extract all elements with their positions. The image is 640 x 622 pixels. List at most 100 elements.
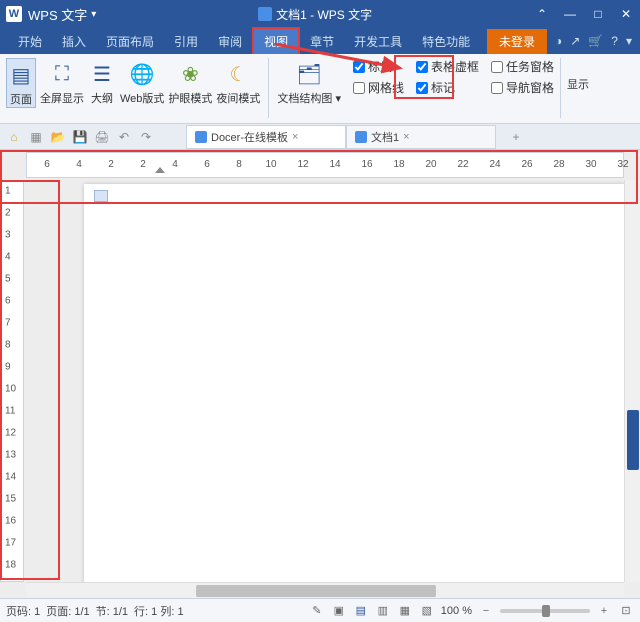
ruler-number: 2 (108, 159, 114, 170)
tab-close-icon[interactable]: × (292, 131, 298, 143)
close-icon[interactable]: ✕ (618, 7, 634, 21)
tab-label: 文档1 (371, 129, 399, 145)
checkbox-label: 网格线 (368, 79, 404, 96)
tab-label: Docer-在线模板 (211, 129, 288, 145)
document-page[interactable] (84, 184, 624, 582)
web-layout-icon: 🌐 (128, 60, 156, 88)
view-mode-web-icon[interactable]: ▦ (397, 603, 413, 619)
zoom-handle[interactable] (542, 605, 550, 617)
checkbox-input[interactable] (491, 61, 503, 73)
save-icon[interactable]: 💾 (72, 129, 88, 145)
status-page-number[interactable]: 页码: 1 (6, 603, 40, 619)
ruler-number: 10 (265, 159, 276, 170)
spellcheck-icon[interactable]: ✎ (309, 603, 325, 619)
page-viewport[interactable] (26, 180, 624, 582)
menu-item-8[interactable]: 特色功能 (412, 29, 480, 54)
check-任务窗格[interactable]: 任务窗格 (491, 58, 554, 75)
maximize-icon[interactable]: □ (590, 7, 606, 21)
checkbox-label: 标记 (431, 79, 455, 96)
ruler-number: 6 (44, 159, 50, 170)
vertical-scrollbar[interactable] (624, 180, 640, 582)
zoom-slider[interactable] (500, 609, 590, 613)
help-icon[interactable]: ? (611, 34, 618, 48)
ruler-number: 4 (172, 159, 178, 170)
zoom-in-icon[interactable]: + (596, 603, 612, 619)
fit-page-icon[interactable]: ⊡ (618, 603, 634, 619)
ribbon-separator (268, 58, 269, 118)
document-tab[interactable]: Docer-在线模板 × (186, 125, 346, 149)
login-button[interactable]: 未登录 (487, 29, 547, 54)
horizontal-ruler[interactable]: 6422468101214161820222426283032 (26, 152, 624, 178)
menu-item-3[interactable]: 引用 (164, 29, 208, 54)
checkbox-label: 表格虚框 (431, 58, 479, 75)
open-icon[interactable]: 📂 (50, 129, 66, 145)
input-mode-icon[interactable]: ▣ (331, 603, 347, 619)
undo-icon[interactable]: ↶ (116, 129, 132, 145)
checkbox-input[interactable] (353, 82, 365, 94)
checkbox-input[interactable] (491, 82, 503, 94)
ruler-number: 18 (393, 159, 404, 170)
ribbon-btn-label: 全屏显示 (40, 90, 84, 106)
view-page-button[interactable]: ▤ 页面 (6, 58, 36, 108)
status-bar: 页码: 1 页面: 1/1 节: 1/1 行: 1 列: 1 ✎ ▣ ▤ ▥ ▦… (0, 598, 640, 622)
check-网格线[interactable]: 网格线 (353, 79, 404, 96)
checkbox-input[interactable] (416, 82, 428, 94)
indent-marker-icon[interactable] (155, 167, 165, 173)
view-mode-read-icon[interactable]: ▧ (419, 603, 435, 619)
share-icon[interactable]: ↗ (570, 34, 580, 48)
view-outline-button[interactable]: ☰ 大纲 (88, 58, 116, 106)
menu-item-4[interactable]: 审阅 (208, 29, 252, 54)
check-标尺[interactable]: 标尺 (353, 58, 404, 75)
menu-item-0[interactable]: 开始 (8, 29, 52, 54)
scrollbar-thumb[interactable] (196, 585, 436, 597)
view-night-button[interactable]: ☾ 夜间模式 (216, 58, 260, 106)
ruler-number: 24 (489, 159, 500, 170)
redo-icon[interactable]: ↷ (138, 129, 154, 145)
menu-bar: 开始插入页面布局引用审阅视图章节开发工具特色功能未登录 ◑ ↗ 🛒 ? ▾ (0, 28, 640, 54)
status-cursor[interactable]: 行: 1 列: 1 (134, 603, 184, 619)
collapse-ribbon-icon[interactable]: ⌃ (534, 7, 550, 21)
document-tab[interactable]: 文档1 × (346, 125, 496, 149)
skin-icon[interactable]: ◑ (555, 34, 562, 48)
check-标记[interactable]: 标记 (416, 79, 479, 96)
new-doc-icon[interactable]: ▦ (28, 129, 44, 145)
feedback-icon[interactable]: 🛒 (588, 34, 603, 48)
scrollbar-thumb[interactable] (627, 410, 639, 470)
menu-item-5[interactable]: 视图 (252, 27, 300, 56)
check-导航窗格[interactable]: 导航窗格 (491, 79, 554, 96)
view-fullscreen-button[interactable]: ⛶ 全屏显示 (40, 58, 84, 106)
horizontal-scrollbar[interactable] (26, 582, 624, 598)
view-mode-page-icon[interactable]: ▤ (353, 603, 369, 619)
menu-item-6[interactable]: 章节 (300, 29, 344, 54)
check-表格虚框[interactable]: 表格虚框 (416, 58, 479, 75)
vertical-ruler[interactable]: 123456789101112131415161718 (0, 180, 24, 582)
menu-item-7[interactable]: 开发工具 (344, 29, 412, 54)
zoom-value[interactable]: 100 % (441, 605, 472, 617)
checkbox-input[interactable] (353, 61, 365, 73)
status-pages[interactable]: 页面: 1/1 (46, 603, 89, 619)
checkbox-input[interactable] (416, 61, 428, 73)
menu-item-2[interactable]: 页面布局 (96, 29, 164, 54)
ribbon-btn-label: 文档结构图 ▾ (277, 90, 341, 106)
menu-item-1[interactable]: 插入 (52, 29, 96, 54)
minimize-icon[interactable]: — (562, 7, 578, 21)
ruler-number: 22 (457, 159, 468, 170)
status-section[interactable]: 节: 1/1 (96, 603, 128, 619)
display-more-button[interactable]: 显示 (567, 58, 589, 92)
view-mode-outline-icon[interactable]: ▥ (375, 603, 391, 619)
ruler-number: 1 (5, 186, 11, 197)
new-tab-icon[interactable]: + (508, 129, 524, 145)
ruler-number: 16 (361, 159, 372, 170)
ruler-number: 8 (5, 340, 11, 351)
tab-close-icon[interactable]: × (403, 131, 409, 143)
view-eyecare-button[interactable]: ❀ 护眼模式 (168, 58, 212, 106)
zoom-out-icon[interactable]: − (478, 603, 494, 619)
doc-structure-button[interactable]: 🗂 文档结构图 ▾ (277, 58, 341, 106)
ruler-number: 18 (5, 560, 16, 571)
outline-icon: ☰ (88, 60, 116, 88)
tab-alignment-icon[interactable] (94, 190, 108, 202)
view-web-button[interactable]: 🌐 Web版式 (120, 58, 164, 106)
home-icon[interactable]: ⌂ (6, 129, 22, 145)
print-icon[interactable]: 🖨 (94, 129, 110, 145)
menu-caret-icon[interactable]: ▾ (626, 34, 632, 48)
